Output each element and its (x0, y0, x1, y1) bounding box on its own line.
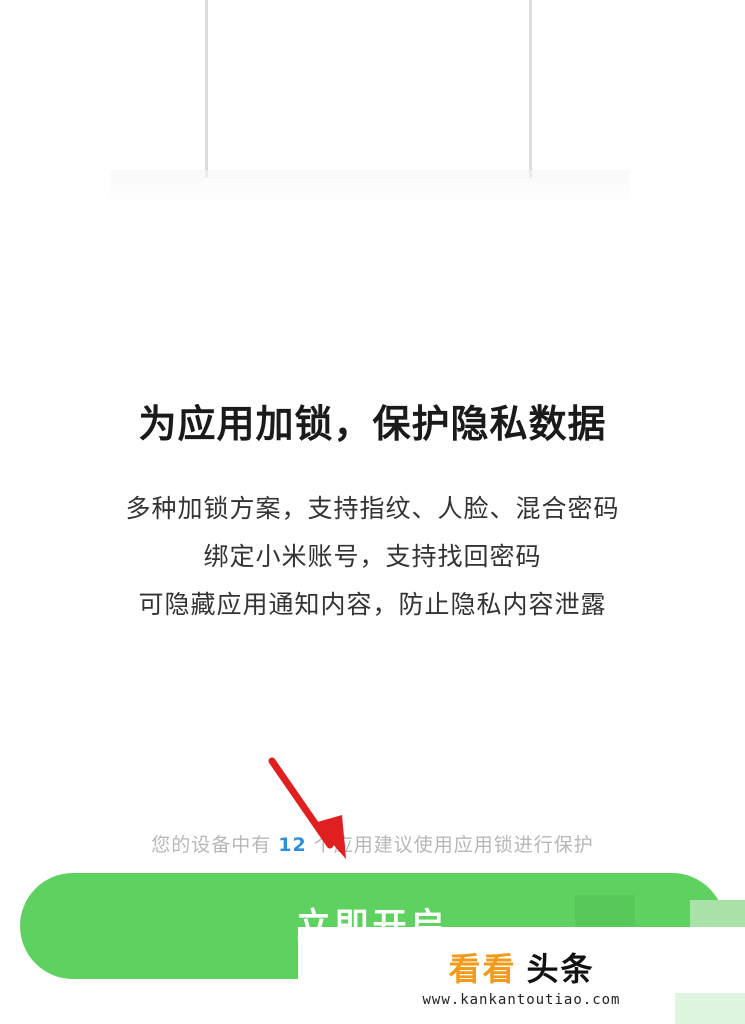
illustration-shadow (110, 170, 630, 210)
watermark-brand-part1: 看看 (448, 949, 517, 988)
feature-line-3: 可隐藏应用通知内容，防止隐私内容泄露 (138, 590, 607, 619)
hint-prefix: 您的设备中有 (151, 834, 272, 856)
watermark-backdrop (405, 993, 745, 1024)
feature-list: 多种加锁方案，支持指纹、人脸、混合密码 绑定小米账号，支持找回密码 可隐藏应用通… (0, 485, 745, 629)
page-title: 为应用加锁，保护隐私数据 (138, 402, 607, 446)
red-arrow-icon (268, 757, 346, 859)
feature-line-1: 多种加锁方案，支持指纹、人脸、混合密码 (125, 494, 620, 523)
feature-line-2: 绑定小米账号，支持找回密码 (203, 542, 542, 571)
illustration-frame (205, 0, 532, 178)
hint-suffix: 个应用建议使用应用锁进行保护 (313, 834, 594, 856)
device-app-count-hint: 您的设备中有 12 个应用建议使用应用锁进行保护 (0, 830, 745, 857)
watermark-brand-part2: 头条 (526, 949, 595, 988)
